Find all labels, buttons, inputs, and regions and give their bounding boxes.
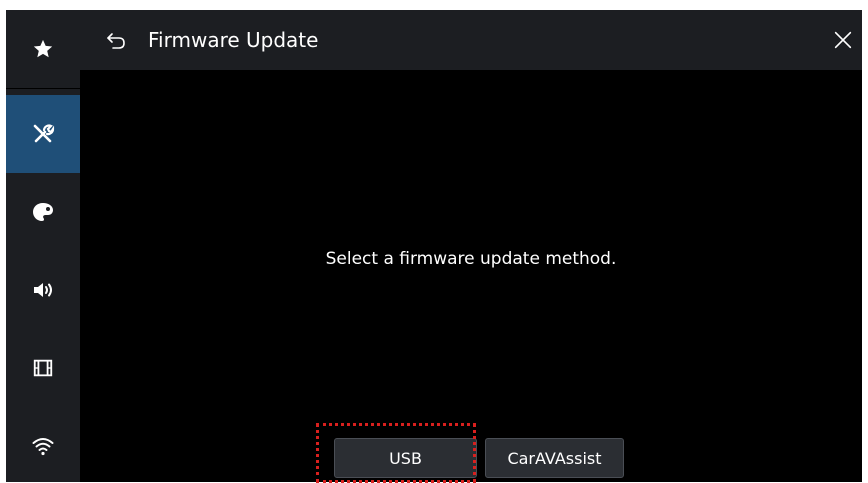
sidebar	[6, 10, 80, 482]
header-bar: Firmware Update	[80, 10, 862, 70]
page-title: Firmware Update	[148, 28, 319, 52]
sidebar-item-settings[interactable]	[6, 95, 80, 173]
screen: Firmware Update Select a firmware update…	[6, 10, 862, 482]
sidebar-item-audio[interactable]	[6, 251, 80, 329]
speaker-icon	[34, 283, 52, 297]
sidebar-item-theme[interactable]	[6, 173, 80, 251]
sidebar-divider	[6, 88, 80, 89]
sidebar-item-wireless[interactable]	[6, 407, 80, 482]
sidebar-item-video[interactable]	[6, 329, 80, 407]
tools-icon	[33, 124, 55, 143]
instruction-text: Select a firmware update method.	[325, 249, 617, 269]
palette-icon	[33, 203, 53, 221]
star-icon	[33, 39, 53, 58]
wifi-icon	[32, 438, 54, 456]
close-icon[interactable]	[832, 29, 854, 51]
film-icon	[33, 359, 53, 377]
caravassist-button[interactable]: CarAVAssist	[485, 438, 624, 478]
usb-button[interactable]: USB	[334, 438, 477, 478]
sidebar-item-favorites[interactable]	[6, 10, 80, 88]
back-arrow-icon[interactable]	[104, 28, 128, 52]
